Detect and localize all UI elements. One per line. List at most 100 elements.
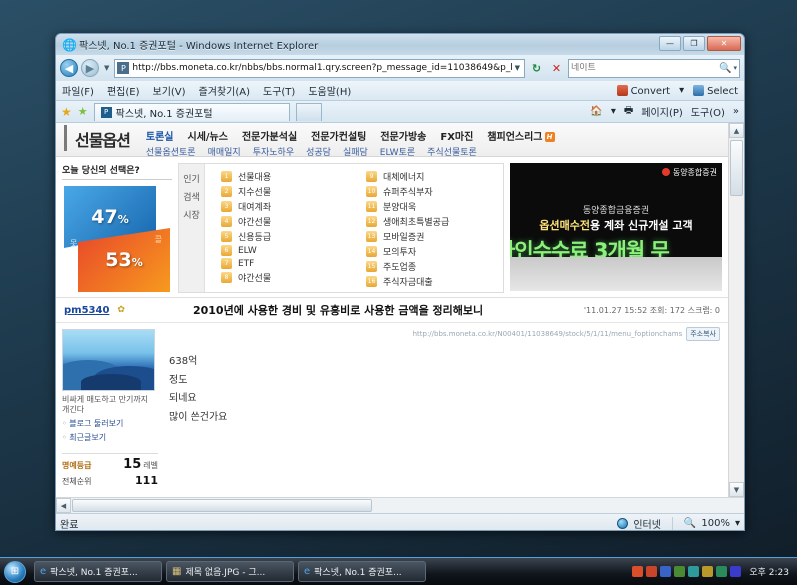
tray-icon-8[interactable] <box>730 566 742 577</box>
list-item[interactable]: 6 ELW <box>221 245 354 256</box>
list-item[interactable]: 16 주식자금대출 <box>366 275 499 288</box>
favorites-star-icon[interactable]: ★ <box>61 105 72 119</box>
menu-item-favorites[interactable]: 즐겨찾기(A) <box>199 83 250 98</box>
keyword-link[interactable]: 야간선물 <box>238 271 271 284</box>
tab-search[interactable]: 검색 <box>183 190 200 203</box>
search-input[interactable] <box>571 63 720 73</box>
scroll-up-button[interactable]: ▲ <box>729 123 744 138</box>
zoom-level[interactable]: 100% <box>701 518 730 529</box>
tray-icon-3[interactable] <box>660 566 672 577</box>
keyword-link[interactable]: 대체에너지 <box>383 170 424 183</box>
list-item[interactable]: 3 대여계좌 <box>221 200 354 213</box>
nav-item-fx-margin[interactable]: FX마진 <box>440 128 473 143</box>
tray-icon-5[interactable] <box>688 566 700 577</box>
subnav-item-elw[interactable]: ELW토론 <box>380 145 415 158</box>
horizontal-scroll-thumb[interactable] <box>72 499 372 512</box>
taskbar-item-3[interactable]: e 팍스넷, No.1 증권포... <box>298 561 426 582</box>
list-item[interactable]: 5 신용등급 <box>221 230 354 243</box>
feeds-icon[interactable]: ▾ <box>611 106 616 117</box>
keyword-link[interactable]: 분양대욱 <box>383 200 416 213</box>
close-button[interactable]: ✕ <box>707 36 741 51</box>
url-dropdown-icon[interactable]: ▼ <box>515 64 522 72</box>
scroll-down-button[interactable]: ▼ <box>729 482 744 497</box>
keyword-link[interactable]: 주도업종 <box>383 260 416 273</box>
convert-caret[interactable]: ▾ <box>679 85 684 96</box>
back-button[interactable]: ◀ <box>60 59 78 77</box>
search-box[interactable]: 🔍 ▾ <box>568 58 740 78</box>
nav-item-expert-consulting[interactable]: 전문가컨설팅 <box>311 128 366 143</box>
keyword-link[interactable]: ETF <box>238 259 254 269</box>
browser-tab[interactable]: P 팍스넷, No.1 증권포털 <box>93 102 290 121</box>
history-dropdown-icon[interactable]: ▼ <box>102 64 111 72</box>
tools-menu-button[interactable]: 도구(O) <box>691 104 725 119</box>
list-item[interactable]: 2 지수선물 <box>221 185 354 198</box>
keyword-link[interactable]: 야간선물 <box>238 215 271 228</box>
tray-icon-7[interactable] <box>716 566 728 577</box>
list-item[interactable]: 1 선물대용 <box>221 170 354 183</box>
profile-link-recent-posts[interactable]: 최근글보기 <box>62 432 157 443</box>
print-icon[interactable]: 🖶 <box>624 103 633 120</box>
list-item[interactable]: 8 야간선물 <box>221 271 354 284</box>
keyword-link[interactable]: 모의투자 <box>383 245 416 258</box>
list-item[interactable]: 12 생애최초특별공급 <box>366 215 499 228</box>
subnav-item-success-story[interactable]: 성공담 <box>306 145 331 158</box>
vertical-scrollbar[interactable]: ▲ ▼ <box>728 123 744 497</box>
keyword-link[interactable]: 선물대용 <box>238 170 271 183</box>
taskbar-item-2[interactable]: ▦ 제목 없음.JPG - 그... <box>166 561 294 582</box>
home-icon[interactable]: 🏠 <box>590 106 602 117</box>
tab-market[interactable]: 시장 <box>183 208 200 221</box>
zoom-icon[interactable]: 🔍 <box>684 518 696 529</box>
profile-link-blog[interactable]: 블로그 둘러보기 <box>62 418 157 429</box>
menu-item-help[interactable]: 도움말(H) <box>308 83 351 98</box>
url-input[interactable]: P http://bbs.moneta.co.kr/nbbs/bbs.norma… <box>114 58 525 78</box>
subnav-item-failure-story[interactable]: 실패담 <box>343 145 368 158</box>
minimize-button[interactable]: — <box>659 36 681 51</box>
copy-url-button[interactable]: 주소복사 <box>686 327 720 341</box>
keyword-link[interactable]: 주식자금대출 <box>383 275 433 288</box>
tab-popular[interactable]: 인기 <box>183 172 200 185</box>
list-item[interactable]: 9 대체에너지 <box>366 170 499 183</box>
vertical-scroll-thumb[interactable] <box>730 140 743 196</box>
system-clock[interactable]: 오후 2:23 <box>749 565 789 578</box>
start-button[interactable]: ⊞ <box>4 560 26 583</box>
menu-item-file[interactable]: 파일(F) <box>62 83 94 98</box>
new-tab-button[interactable] <box>295 102 322 121</box>
toolbar-overflow-icon[interactable]: » <box>733 106 739 117</box>
nav-item-champions-league[interactable]: 챔피언스리그 H <box>487 128 555 143</box>
subnav-item-investment-knowhow[interactable]: 투자노하우 <box>253 145 294 158</box>
list-item[interactable]: 11 분양대욱 <box>366 200 499 213</box>
list-item[interactable]: 15 주도업종 <box>366 260 499 273</box>
subnav-item-trade-journal[interactable]: 매매일지 <box>208 145 241 158</box>
subnav-item-futures-options[interactable]: 선물옵션토론 <box>146 145 196 158</box>
scroll-left-button[interactable]: ◀ <box>56 498 71 513</box>
tray-icon-1[interactable] <box>632 566 644 577</box>
nav-item-discussion[interactable]: 토론실 <box>146 128 174 143</box>
horizontal-scrollbar[interactable]: ◀ <box>56 497 744 513</box>
list-item[interactable]: 10 슈퍼주식부자 <box>366 185 499 198</box>
select-button[interactable]: Select <box>693 84 738 97</box>
menu-item-view[interactable]: 보기(V) <box>153 83 186 98</box>
advertisement-banner[interactable]: 동양종합증권 동양종합금융증권 옵션매수전용 계좌 신규개설 고객 라인수수료 … <box>510 163 722 291</box>
subnav-item-stock-futures[interactable]: 주식선물토론 <box>427 145 477 158</box>
forward-button[interactable]: ▶ <box>81 59 99 77</box>
taskbar-item-1[interactable]: e 팍스넷, No.1 증권포... <box>34 561 162 582</box>
keyword-link[interactable]: 신용등급 <box>238 230 271 243</box>
nav-item-expert-broadcast[interactable]: 전문가방송 <box>380 128 426 143</box>
stop-icon[interactable]: ✕ <box>548 60 565 77</box>
convert-button[interactable]: Convert <box>616 84 670 97</box>
tray-icon-2[interactable] <box>646 566 658 577</box>
list-item[interactable]: 13 모바일증권 <box>366 230 499 243</box>
site-logo[interactable]: 선물옵션 <box>64 125 131 151</box>
nav-item-expert-analysis[interactable]: 전문가분석실 <box>242 128 297 143</box>
zoom-caret-icon[interactable]: ▾ <box>735 518 740 529</box>
search-provider-caret[interactable]: ▾ <box>731 64 737 72</box>
menu-item-tools[interactable]: 도구(T) <box>263 83 295 98</box>
tray-icon-6[interactable] <box>702 566 714 577</box>
nav-item-quotes-news[interactable]: 시세/뉴스 <box>188 128 228 143</box>
list-item[interactable]: 4 야간선물 <box>221 215 354 228</box>
refresh-icon[interactable]: ↻ <box>528 60 545 77</box>
keyword-link[interactable]: 생애최초특별공급 <box>383 215 449 228</box>
keyword-link[interactable]: 모바일증권 <box>383 230 424 243</box>
list-item[interactable]: 7 ETF <box>221 258 354 269</box>
keyword-link[interactable]: 슈퍼주식부자 <box>383 185 433 198</box>
